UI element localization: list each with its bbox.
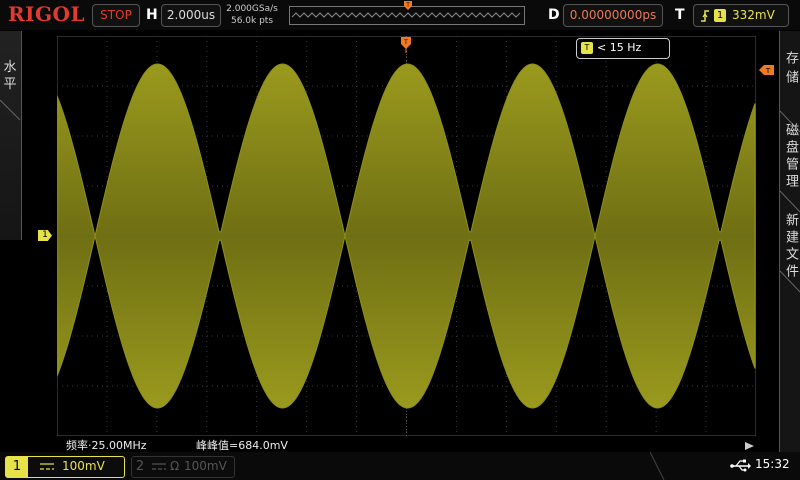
trigger-position-icon: T	[404, 1, 412, 10]
channel-1-scale: 100mV	[62, 459, 105, 473]
left-tab-chevron	[0, 99, 21, 121]
trigger-frequency-readout: T < 15 Hz	[576, 38, 670, 59]
dc-coupling-icon	[40, 463, 54, 470]
delay-value[interactable]: 0.00000000ps	[563, 4, 663, 27]
channel-2-impedance-icon: Ω	[170, 459, 180, 473]
measurement-frequency: 频率·25.00MHz	[66, 439, 147, 452]
usb-icon	[730, 459, 751, 472]
menu-item-save[interactable]: 存储	[780, 51, 800, 89]
waveform-envelope	[57, 63, 756, 409]
clock-time: 15:32	[755, 457, 790, 471]
svg-text:T: T	[765, 67, 771, 75]
scroll-right-arrow-icon[interactable]	[744, 441, 756, 451]
trigger-time-marker-icon: T	[401, 37, 411, 53]
memory-zigzag	[291, 12, 521, 18]
top-status-bar: RIGOL STOP H 2.000us 2.000GSa/s 56.0k pt…	[0, 0, 800, 30]
timebase-value[interactable]: 2.000us	[161, 4, 221, 27]
menu-item-save-label: 存储	[783, 51, 798, 89]
memory-position-bar[interactable]: T	[289, 1, 525, 25]
channel-2-scale: 100mV	[184, 459, 227, 473]
channel-1-settings[interactable]: 1 100mV	[5, 456, 125, 478]
channel-1-offset-marker[interactable]: 1	[38, 230, 52, 241]
sample-rate: 2.000GSa/s	[226, 4, 278, 14]
rising-edge-icon	[701, 10, 709, 22]
memory-depth: 56.0k pts	[230, 16, 274, 26]
trigger-source-badge: 1	[714, 9, 726, 22]
menu-divider	[780, 191, 800, 213]
channel-2-settings[interactable]: 2 Ω 100mV	[131, 456, 235, 478]
rigol-logo: RIGOL	[8, 2, 86, 26]
trigger-letter: T	[675, 7, 685, 23]
waveform-display[interactable]	[57, 36, 756, 436]
right-softkey-menu: 存储 磁盘管理 新建文件	[779, 31, 800, 461]
menu-divider	[780, 271, 800, 293]
channel-1-number: 1	[6, 457, 28, 477]
trigger-readout-tag: T	[581, 42, 593, 54]
svg-text:T: T	[403, 39, 408, 46]
delay-letter: D	[548, 7, 560, 23]
menu-item-disk-management[interactable]: 磁盘管理	[780, 123, 800, 191]
timebase-letter: H	[146, 7, 158, 23]
channel-2-coupling-icon	[152, 463, 166, 470]
menu-item-disk-label: 磁盘管理	[783, 123, 798, 191]
trigger-level: 332mV	[732, 8, 775, 22]
channel-2-number: 2	[135, 459, 145, 474]
channel-1-waveform	[57, 63, 756, 409]
trigger-level-marker-icon[interactable]: T	[758, 64, 774, 76]
acquisition-info: 2.000GSa/s 56.0k pts	[222, 3, 282, 27]
trigger-settings[interactable]: 1 332mV	[693, 4, 789, 27]
measurement-peak-to-peak: 峰峰值=684.0mV	[196, 439, 288, 452]
run-state-label: STOP	[100, 8, 132, 22]
run-stop-indicator[interactable]: STOP	[92, 4, 140, 27]
trigger-frequency-value: < 15 Hz	[597, 41, 642, 54]
